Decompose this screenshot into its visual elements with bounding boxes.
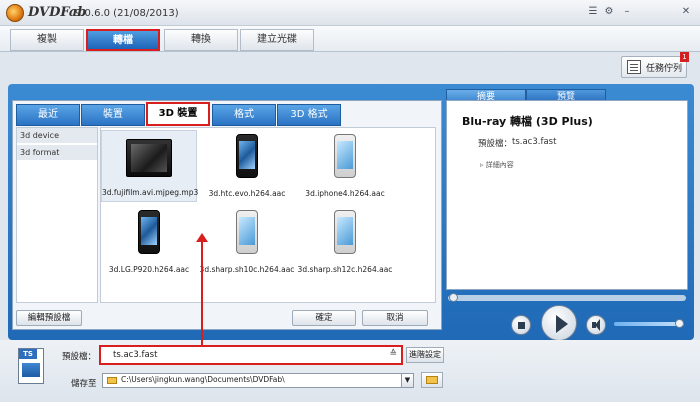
task-queue-button[interactable]: 任務佇列	[621, 56, 687, 78]
subtab-format[interactable]: 格式	[212, 104, 276, 126]
app-version: 9.0.6.0 (21/08/2013)	[75, 8, 179, 19]
play-icon	[556, 315, 568, 333]
subtab-recent[interactable]: 最近	[16, 104, 80, 126]
tab-converter[interactable]: 轉換	[164, 29, 238, 51]
category-3d-device[interactable]: 3d device	[17, 128, 97, 144]
advanced-settings-button[interactable]: 進階設定	[406, 347, 444, 363]
seek-handle[interactable]	[449, 293, 458, 302]
profile-item[interactable]: 3d.fujifilm.avi.mjpeg.mp3	[101, 130, 199, 202]
play-button[interactable]	[541, 305, 577, 341]
category-list: 3d device 3d format	[16, 127, 98, 303]
task-queue-label: 任務佇列	[646, 64, 683, 74]
volume-button[interactable]	[586, 315, 606, 335]
speaker-icon	[592, 319, 600, 331]
open-folder-icon	[426, 376, 438, 384]
tablet-icon	[126, 139, 172, 177]
stop-icon	[518, 322, 525, 329]
chevron-down-icon[interactable]: ▼	[401, 374, 413, 387]
subtab-device[interactable]: 裝置	[81, 104, 145, 126]
profile-item-label: 3d.LG.P920.h264.aac	[108, 265, 190, 274]
profile-item[interactable]: 3d.LG.P920.h264.aac	[101, 206, 197, 278]
ok-button[interactable]: 確定	[292, 310, 356, 326]
seek-bar[interactable]	[448, 295, 686, 301]
film-icon	[22, 363, 40, 377]
profile-item[interactable]: 3d.sharp.sh10c.h264.aac	[199, 206, 295, 278]
phone-icon	[334, 134, 356, 178]
menu-icon[interactable]: ☰	[586, 5, 600, 19]
profile-grid: 3d.fujifilm.avi.mjpeg.mp3 3d.htc.evo.h26…	[100, 127, 436, 303]
main-tab-bar: 複製 轉檔 轉換 建立光碟	[0, 26, 700, 52]
title-bar: DVDFab 9.0.6.0 (21/08/2013) ☰ ⚙ – ✕	[0, 0, 700, 26]
tab-creator[interactable]: 建立光碟	[240, 29, 314, 51]
profile-item-label: 3d.sharp.sh10c.h264.aac	[199, 265, 295, 274]
profile-item[interactable]: 3d.iphone4.h264.aac	[297, 130, 393, 202]
browse-folder-button[interactable]	[421, 372, 443, 388]
folder-icon	[107, 377, 117, 384]
profile-item-label: 3d.fujifilm.avi.mjpeg.mp3	[102, 188, 199, 197]
summary-profile-value: ts.ac3.fast	[512, 137, 557, 147]
phone-icon	[138, 210, 160, 254]
profile-item-label: 3d.sharp.sh12c.h264.aac	[297, 265, 393, 274]
phone-icon	[334, 210, 356, 254]
task-list-icon	[627, 60, 641, 74]
cancel-button[interactable]: 取消	[362, 310, 428, 326]
save-to-label: 儲存至	[71, 379, 97, 389]
profile-value: ts.ac3.fast	[113, 350, 158, 360]
minimize-icon[interactable]: –	[620, 5, 634, 19]
task-count-badge: 1	[680, 52, 689, 62]
close-icon[interactable]: ✕	[679, 5, 693, 19]
annotation-arrow-line	[201, 241, 203, 345]
profile-item[interactable]: 3d.htc.evo.h264.aac	[199, 130, 295, 202]
file-type-text: TS	[19, 349, 37, 359]
stop-button[interactable]	[511, 315, 531, 335]
volume-handle[interactable]	[675, 319, 684, 328]
summary-title: Blu-ray 轉檔 (3D Plus)	[462, 115, 593, 128]
phone-icon	[236, 210, 258, 254]
output-path-select[interactable]: C:\Users\jingkun.wang\Documents\DVDFab\ …	[102, 373, 414, 388]
tab-copy[interactable]: 複製	[10, 29, 84, 51]
subtab-3d-format[interactable]: 3D 格式	[277, 104, 341, 126]
subtab-3d-device[interactable]: 3D 裝置	[146, 102, 210, 126]
details-toggle[interactable]: ▹ 詳細內容	[480, 160, 514, 170]
settings-gear-icon[interactable]: ⚙	[602, 5, 616, 19]
category-3d-format[interactable]: 3d format	[17, 145, 97, 161]
profile-item-label: 3d.htc.evo.h264.aac	[208, 189, 286, 198]
output-path-value: C:\Users\jingkun.wang\Documents\DVDFab\	[121, 375, 285, 384]
chevron-double-icon: ≙	[389, 349, 397, 359]
profile-label: 預設檔：	[62, 352, 97, 362]
profile-item[interactable]: 3d.sharp.sh12c.h264.aac	[297, 206, 393, 278]
profile-item-label: 3d.iphone4.h264.aac	[305, 189, 385, 198]
ts-file-icon: TS	[18, 348, 44, 384]
phone-icon	[236, 134, 258, 178]
edit-profile-button[interactable]: 編輯預設檔	[16, 310, 82, 326]
dvdfab-logo-icon	[6, 4, 24, 22]
summary-profile-label: 預設檔：	[478, 139, 513, 149]
annotation-arrow-head-icon	[196, 233, 208, 242]
tab-ripper[interactable]: 轉檔	[86, 29, 160, 51]
volume-slider[interactable]	[614, 322, 684, 326]
profile-select[interactable]: ts.ac3.fast ≙	[99, 345, 403, 365]
